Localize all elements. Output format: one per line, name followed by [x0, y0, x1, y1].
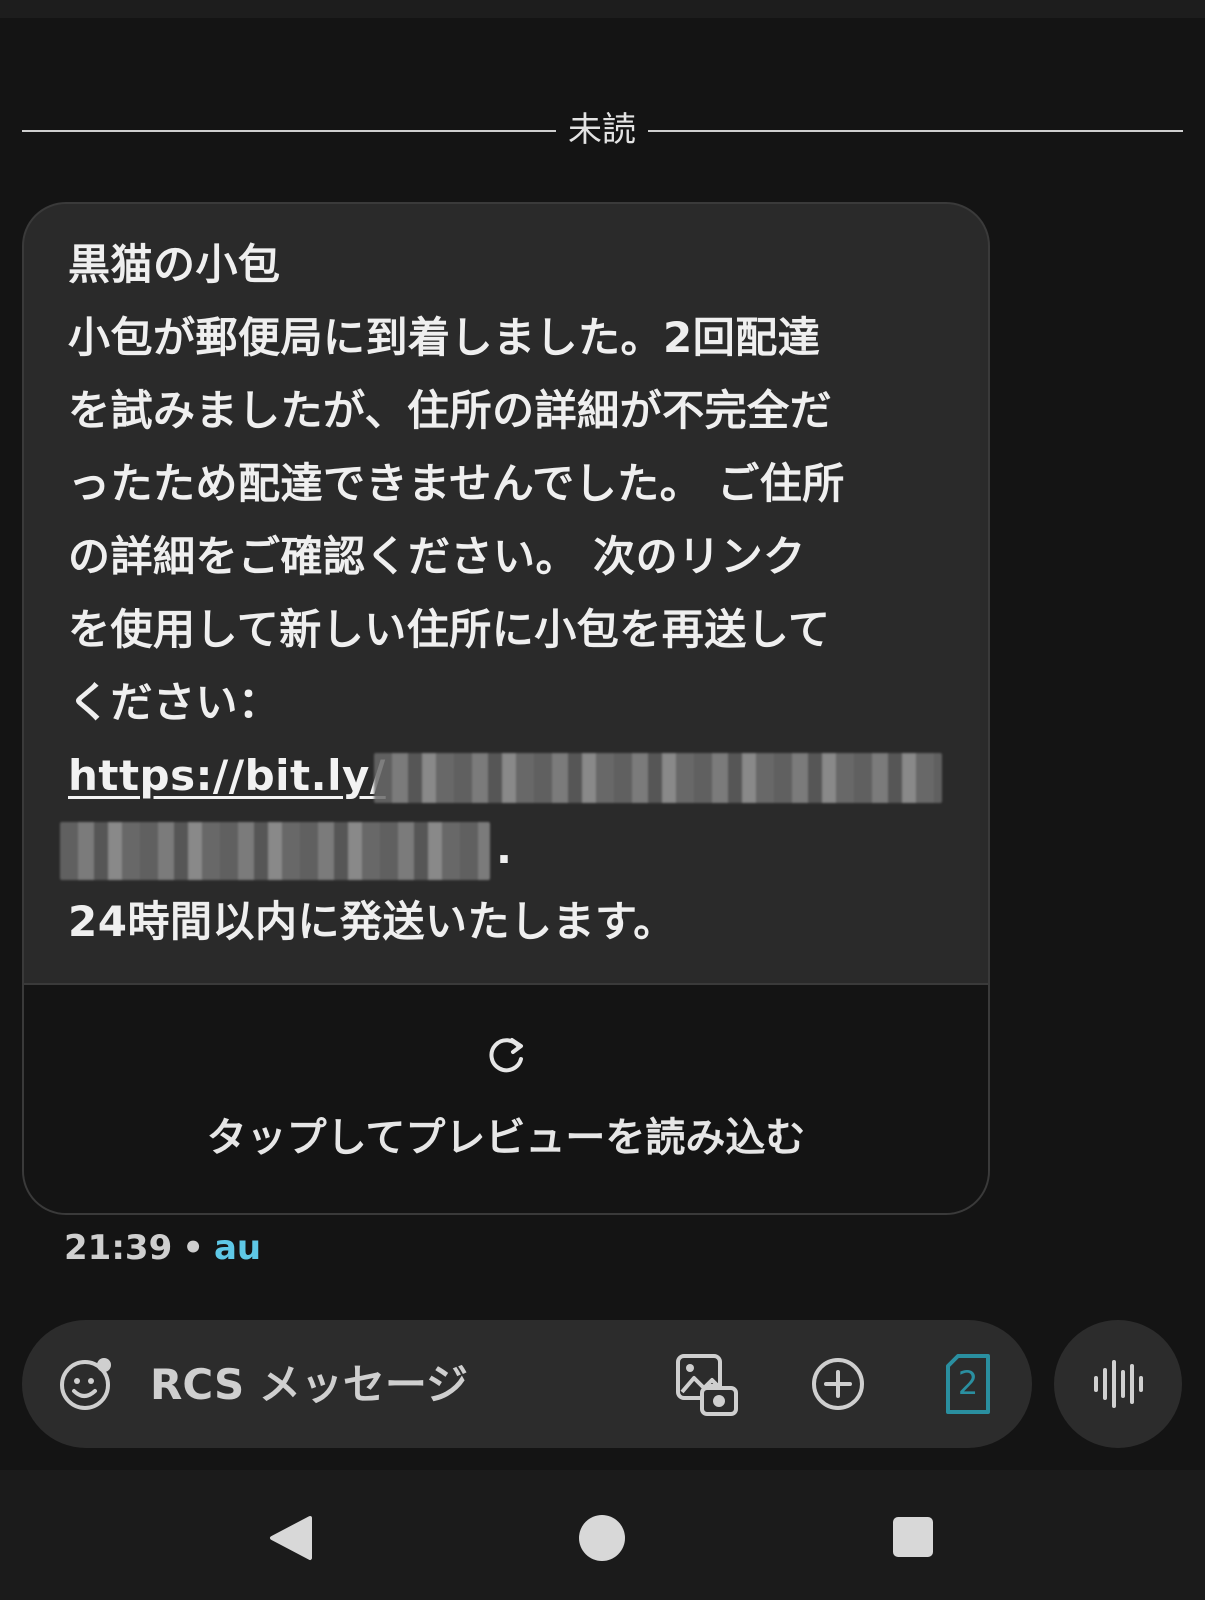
link-period: .	[496, 824, 513, 873]
message-line: の詳細をご確認ください。 次のリンク	[68, 532, 806, 581]
compose-bar: 2	[22, 1320, 1032, 1448]
add-icon[interactable]	[810, 1356, 866, 1412]
home-icon[interactable]	[578, 1514, 626, 1562]
message-input[interactable]	[150, 1354, 630, 1414]
message-link-row: https://bit.ly/	[68, 739, 968, 812]
voice-waveform-icon	[1094, 1360, 1143, 1408]
carrier-label: au	[213, 1228, 262, 1268]
recents-icon[interactable]	[892, 1516, 934, 1558]
message-meta: 21:39 • au	[64, 1228, 261, 1268]
gallery-icon[interactable]	[674, 1352, 740, 1418]
sim-card-icon[interactable]: 2	[944, 1352, 992, 1416]
meta-separator: •	[182, 1228, 204, 1268]
redacted-link-blur	[60, 822, 490, 880]
unread-divider: 未読	[22, 108, 1183, 152]
back-icon[interactable]	[268, 1514, 314, 1562]
sim-number: 2	[957, 1364, 979, 1402]
emoji-icon[interactable]	[58, 1356, 114, 1412]
message-line: 小包が郵便局に到着しました。2回配達	[68, 313, 821, 362]
message-link-row-2: .	[60, 812, 968, 885]
refresh-icon	[489, 1038, 523, 1073]
status-strip	[0, 0, 1205, 18]
preview-label: タップしてプレビューを読み込む	[206, 1115, 806, 1161]
voice-record-button[interactable]	[1054, 1320, 1182, 1448]
message-line: 黒猫の小包	[68, 240, 281, 289]
divider-line-right	[648, 130, 1183, 132]
redacted-link-blur	[374, 753, 942, 803]
system-nav-bar	[0, 1470, 1205, 1600]
link-preview-loader[interactable]: タップしてプレビューを読み込む	[24, 983, 988, 1213]
unread-label: 未読	[568, 110, 636, 150]
message-bubble[interactable]: 黒猫の小包 小包が郵便局に到着しました。2回配達 を試みましたが、住所の詳細が不…	[22, 202, 990, 1215]
message-link[interactable]: https://bit.ly/	[68, 751, 386, 800]
message-line: ったため配達できませんでした。 ご住所	[68, 459, 845, 508]
message-time: 21:39	[64, 1228, 173, 1268]
message-text: 黒猫の小包 小包が郵便局に到着しました。2回配達 を試みましたが、住所の詳細が不…	[60, 228, 968, 958]
divider-line-left	[22, 130, 556, 132]
message-line: 24時間以内に発送いたします。	[68, 897, 676, 946]
message-line: ください：	[68, 678, 281, 727]
message-line: を試みましたが、住所の詳細が不完全だ	[68, 386, 833, 435]
message-line: を使用して新しい住所に小包を再送して	[68, 605, 831, 654]
